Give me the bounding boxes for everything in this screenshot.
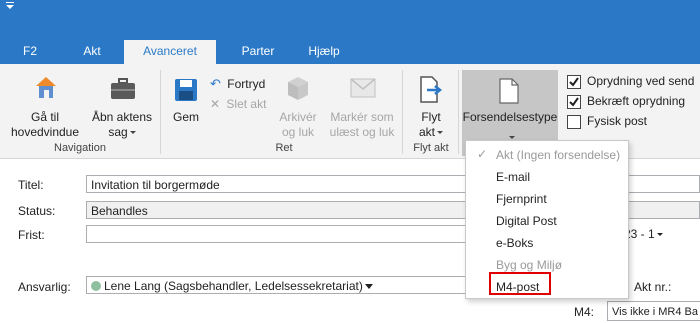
- m4-label: M4:: [574, 305, 595, 319]
- deadline-label: Frist:: [18, 228, 45, 242]
- chevron-down-icon: [437, 131, 443, 135]
- status-field[interactable]: Behandles: [86, 201, 476, 219]
- title-bar: [0, 0, 700, 40]
- tab-avanceret[interactable]: Avanceret: [124, 40, 216, 65]
- group-label-ret: Ret: [275, 142, 293, 154]
- undo-label: Fortryd: [227, 77, 266, 91]
- deadline-field[interactable]: [86, 225, 476, 243]
- undo-icon: ↶: [210, 76, 221, 91]
- mark-unread-close-button[interactable]: Markér som ulæst og luk: [326, 72, 398, 142]
- responsible-label: Ansvarlig:: [18, 280, 71, 294]
- akt-nr-label: Akt nr.:: [634, 280, 672, 294]
- title-field-right[interactable]: [620, 175, 700, 193]
- checkbox-box[interactable]: [567, 75, 581, 89]
- house-icon: [36, 77, 56, 98]
- checkbox-oprydning-ved-send[interactable]: Oprydning ved send: [567, 74, 700, 92]
- title-field[interactable]: Invitation til borgermøde: [86, 175, 476, 193]
- group-label-flyt-akt: Flyt akt: [413, 142, 449, 154]
- quick-access-line: [6, 2, 14, 3]
- open-case-label-1: Åbn aktens: [91, 110, 153, 124]
- mark-unread-label-1: Markér som: [330, 110, 394, 124]
- checkbox-label: Fysisk post: [587, 114, 648, 128]
- checkbox-box[interactable]: [567, 115, 581, 129]
- goto-main-window-button[interactable]: Gå til hovedvindue: [6, 72, 84, 142]
- group-divider: [458, 70, 459, 154]
- move-akt-label-1: Flyt: [421, 110, 441, 124]
- goto-main-label-1: Gå til: [30, 110, 59, 124]
- group-divider: [160, 70, 161, 154]
- archive-label-1: Arkivér: [279, 110, 317, 124]
- check-icon: [569, 97, 579, 107]
- mark-unread-label-2: ulæst og luk: [329, 125, 395, 139]
- chevron-down-icon: [656, 233, 663, 237]
- chevron-down-icon: [509, 136, 515, 140]
- tab-parter[interactable]: Parter: [232, 40, 284, 64]
- chevron-down-icon: [129, 131, 136, 135]
- tab-akt[interactable]: Akt: [72, 40, 112, 64]
- group-divider: [402, 70, 403, 154]
- quick-access-dropdown-icon[interactable]: [6, 5, 14, 9]
- save-label: Gem: [172, 110, 199, 124]
- move-akt-button[interactable]: Flyt akt: [408, 72, 454, 142]
- chevron-down-icon: [364, 284, 373, 290]
- menu-item-eboks[interactable]: e-Boks: [496, 235, 533, 251]
- forsendelsestype-label: Forsendelsestype: [462, 110, 558, 124]
- checkbox-label: Oprydning ved send: [587, 74, 695, 88]
- delete-label: Slet akt: [226, 97, 267, 111]
- m4-field[interactable]: Vis ikke i MR4 Ba: [607, 301, 700, 321]
- responsible-field[interactable]: Lene Lang (Sagsbehandler, Ledelsessekret…: [86, 276, 476, 294]
- status-field-right[interactable]: [620, 201, 700, 219]
- menu-item-email[interactable]: E-mail: [496, 169, 530, 185]
- checkmark-icon: ✓: [477, 147, 488, 161]
- menu-item-fjernprint[interactable]: Fjernprint: [496, 191, 547, 207]
- goto-main-label-2: hovedvindue: [10, 125, 80, 139]
- checkbox-label: Bekræft oprydning: [587, 94, 686, 108]
- checkbox-bekraeft-oprydning[interactable]: Bekræft oprydning: [567, 94, 700, 112]
- tab-hjaelp[interactable]: Hjælp: [302, 40, 346, 64]
- save-icon: [175, 79, 197, 101]
- checkbox-fysisk-post[interactable]: Fysisk post: [567, 114, 700, 132]
- check-icon: [569, 77, 579, 87]
- open-case-label-2: sag: [88, 125, 156, 140]
- move-akt-label-2: akt: [408, 125, 454, 140]
- move-document-icon: [420, 76, 443, 103]
- tab-f2[interactable]: F2: [14, 40, 46, 64]
- title-label: Titel:: [18, 178, 44, 192]
- presence-icon: [91, 281, 101, 291]
- highlight-box: [489, 272, 551, 295]
- envelope-icon: [350, 78, 376, 98]
- undo-button[interactable]: ↶ Fortryd: [210, 76, 265, 92]
- delete-button[interactable]: ✕ Slet akt: [210, 96, 266, 112]
- status-label: Status:: [18, 204, 56, 218]
- archive-close-button[interactable]: Arkivér og luk: [270, 72, 326, 142]
- open-case-button[interactable]: Åbn aktens sag: [88, 72, 156, 142]
- group-label-navigation: Navigation: [54, 142, 106, 154]
- deadline-value[interactable]: 23 - 1: [624, 227, 663, 241]
- briefcase-icon: [111, 78, 135, 99]
- ribbon-tabs: F2 Akt Avanceret Parter Hjælp: [0, 40, 700, 65]
- save-button[interactable]: Gem: [166, 72, 206, 132]
- menu-item-akt[interactable]: Akt (Ingen forsendelse): [496, 147, 620, 163]
- checkbox-box[interactable]: [567, 95, 581, 109]
- menu-item-digital-post[interactable]: Digital Post: [496, 213, 557, 229]
- menu-item-byg-og-miljo[interactable]: Byg og Miljø: [496, 257, 562, 273]
- archive-label-2: og luk: [281, 125, 315, 139]
- archive-icon: [288, 77, 308, 100]
- document-icon: [499, 78, 519, 104]
- close-icon: ✕: [210, 97, 221, 111]
